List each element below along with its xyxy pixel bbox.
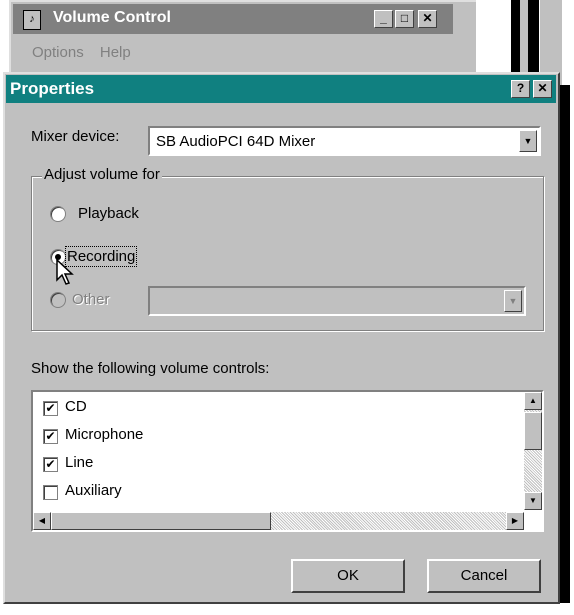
other-label: Other [72,291,110,308]
dialog-title: Properties [10,79,95,98]
chevron-down-icon[interactable]: ▼ [519,130,537,152]
scroll-right-button[interactable]: ▶ [506,512,524,530]
recording-label[interactable]: Recording [64,246,138,267]
microphone-checkbox[interactable]: ✔ [43,429,58,444]
mouse-cursor-icon [56,258,74,285]
scroll-up-button[interactable]: ▲ [524,392,542,410]
help-button[interactable]: ? [511,80,530,98]
app-icon: ♪ [23,10,41,30]
scroll-left-button[interactable]: ◀ [33,512,51,530]
mixer-device-combo[interactable]: SB AudioPCI 64D Mixer ▼ [148,126,541,156]
volume-control-title: Volume Control [53,9,171,26]
hscroll-thumb[interactable] [51,512,271,530]
vertical-scrollbar[interactable]: ▲ ▼ [524,392,542,510]
chevron-down-icon: ▼ [504,290,522,312]
adjust-volume-label: Adjust volume for [42,166,162,183]
volume-control-menubar: Options Help [32,44,143,61]
playback-radio[interactable] [50,206,66,222]
line-checkbox[interactable]: ✔ [43,457,58,472]
volume-control-titlebar: ♪ Volume Control _ □ ✕ [13,4,453,34]
menu-help[interactable]: Help [100,44,131,61]
microphone-label: Microphone [65,426,144,443]
cd-label: CD [65,398,87,415]
controls-label: Show the following volume controls: [31,360,270,377]
auxiliary-label: Auxiliary [65,482,122,499]
menu-options[interactable]: Options [32,44,84,61]
scroll-down-button[interactable]: ▼ [524,492,542,510]
scroll-thumb[interactable] [524,412,542,450]
dialog-close-button[interactable]: ✕ [533,80,552,98]
horizontal-scrollbar[interactable]: ◀ ▶ [33,512,524,530]
mixer-device-value: SB AudioPCI 64D Mixer [156,133,316,150]
mixer-device-label: Mixer device: [31,128,120,145]
line-label: Line [65,454,94,471]
properties-titlebar: Properties ? ✕ [6,75,556,103]
volume-controls-list[interactable]: ✔ CD ✔ Microphone ✔ Line Auxiliary ▲ ▼ ◀… [31,390,544,532]
close-button[interactable]: ✕ [418,10,437,28]
maximize-button[interactable]: □ [395,10,414,28]
other-radio [50,292,66,308]
cd-checkbox[interactable]: ✔ [43,401,58,416]
cancel-button[interactable]: Cancel [427,559,541,593]
other-combo: ▼ [148,286,526,316]
ok-button[interactable]: OK [291,559,405,593]
playback-label[interactable]: Playback [78,205,139,222]
minimize-button[interactable]: _ [374,10,393,28]
auxiliary-checkbox[interactable] [43,485,58,500]
